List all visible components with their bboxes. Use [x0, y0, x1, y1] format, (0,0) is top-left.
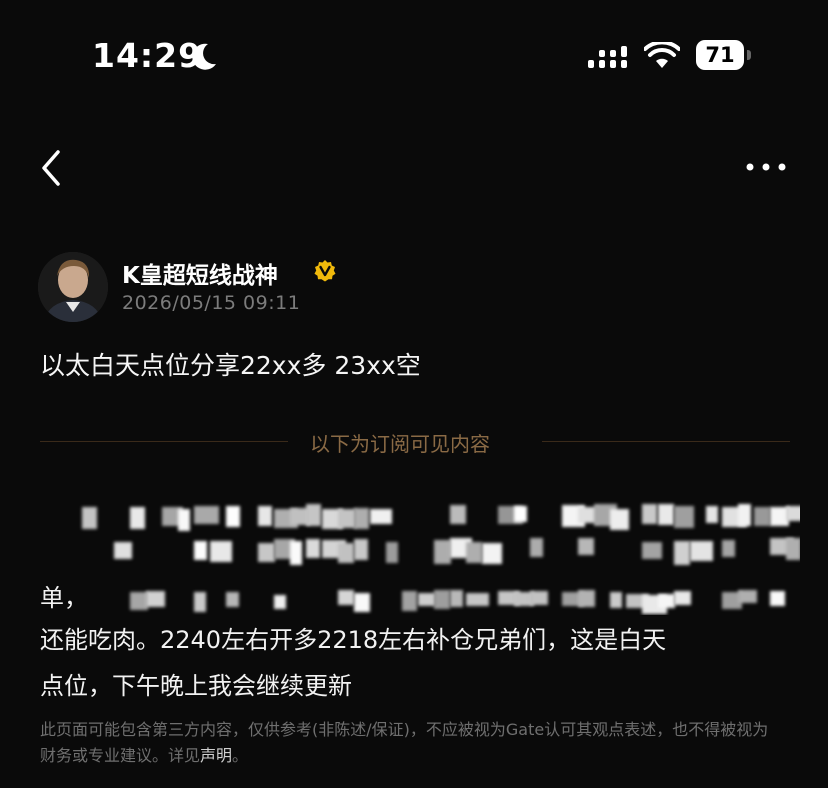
battery-tip [747, 50, 751, 60]
pixel-block [354, 539, 368, 560]
pixel-block [674, 506, 694, 528]
pixel-block [674, 591, 691, 605]
blurred-content [40, 490, 800, 615]
pixel-block [786, 506, 800, 521]
pixel-block [466, 542, 482, 563]
pixel-block [354, 593, 370, 612]
pixel-block [738, 504, 751, 526]
pixel-block [610, 592, 622, 608]
pixel-block [450, 590, 463, 607]
pixel-block [354, 508, 369, 529]
pixel-block [194, 506, 219, 524]
pixel-block [642, 504, 657, 524]
subscribe-divider-label: 以下为订阅可见内容 [310, 432, 490, 456]
pixel-block [770, 591, 785, 606]
pixel-block [194, 541, 207, 560]
pixel-block [130, 507, 145, 529]
pixel-block [178, 509, 190, 531]
pixel-block [738, 590, 757, 603]
pixel-block [306, 504, 321, 526]
pixel-block [194, 592, 206, 612]
pixel-block [786, 538, 800, 560]
pixel-block [370, 509, 392, 524]
pixel-block [338, 543, 354, 563]
pixel-block [482, 543, 502, 564]
pixel-block [146, 591, 165, 607]
author-name[interactable]: K皇超短线战神 [122, 256, 278, 290]
status-time: 14:29 [92, 36, 203, 75]
post-body-line-1: 还能吃肉。2240左右开多2218左右补仓兄弟们，这是白天 [40, 626, 667, 654]
pixel-block [258, 506, 272, 526]
post-timestamp: 2026/05/15 09:11 [122, 292, 301, 314]
pixel-block [642, 542, 662, 559]
pixel-block [290, 541, 302, 565]
pixel-block [274, 595, 286, 609]
pixel-block [706, 506, 718, 523]
cellular-signal-icon [588, 46, 627, 68]
avatar-image [38, 252, 108, 322]
post-title: 以太白天点位分享22xx多 23xx空 [40, 351, 421, 380]
battery-indicator: 71 [696, 40, 751, 70]
pixel-block [610, 509, 629, 530]
author-row: K皇超短线战神 2026/05/15 09:11 [38, 252, 798, 324]
disclaimer: 此页面可能包含第三方内容，仅供参考(非陈述/保证)，不应被视为Gate认可其观点… [40, 717, 780, 769]
more-dots-icon [746, 163, 786, 171]
pixel-block [258, 543, 275, 562]
pixel-block [386, 542, 398, 563]
pixel-block [402, 591, 417, 611]
pixel-block [306, 539, 320, 558]
pixel-block [514, 506, 527, 522]
pixel-block [114, 542, 132, 559]
pixel-block [578, 590, 595, 607]
pixel-block [82, 507, 97, 529]
wifi-icon [644, 42, 680, 68]
pixel-block [530, 538, 543, 557]
divider-line-right [542, 441, 790, 442]
disclaimer-end: 。 [232, 746, 249, 765]
pixel-block [226, 592, 239, 607]
post-body-line-2: 点位，下午晚上我会继续更新 [40, 672, 352, 700]
moon-icon [192, 43, 216, 70]
pixel-block [658, 594, 675, 608]
pixel-block [754, 507, 770, 526]
status-bar: 14:29 71 [0, 0, 828, 110]
pixel-block [722, 540, 735, 557]
more-options-button[interactable] [744, 155, 790, 179]
pixel-block [690, 541, 713, 561]
pixel-block [658, 504, 674, 525]
pixel-block [530, 591, 548, 605]
chevron-left-icon [42, 150, 60, 186]
partial-text-line: 单， [40, 584, 88, 612]
pixel-block [674, 541, 690, 565]
pixel-block [466, 593, 489, 606]
back-button[interactable] [34, 148, 70, 188]
verified-badge-icon [314, 260, 336, 282]
pixel-block [578, 538, 594, 555]
pixel-block [338, 590, 354, 605]
pixel-block [434, 540, 451, 564]
pixel-block [450, 505, 466, 524]
disclaimer-text: 此页面可能包含第三方内容，仅供参考(非陈述/保证)，不应被视为Gate认可其观点… [40, 720, 769, 765]
avatar[interactable] [38, 252, 108, 322]
divider-line-left [40, 441, 288, 442]
battery-level: 71 [696, 40, 744, 70]
disclaimer-link[interactable]: 声明 [200, 746, 232, 765]
pixel-block [434, 590, 450, 609]
pixel-block [210, 541, 232, 562]
pixel-block [226, 506, 240, 527]
